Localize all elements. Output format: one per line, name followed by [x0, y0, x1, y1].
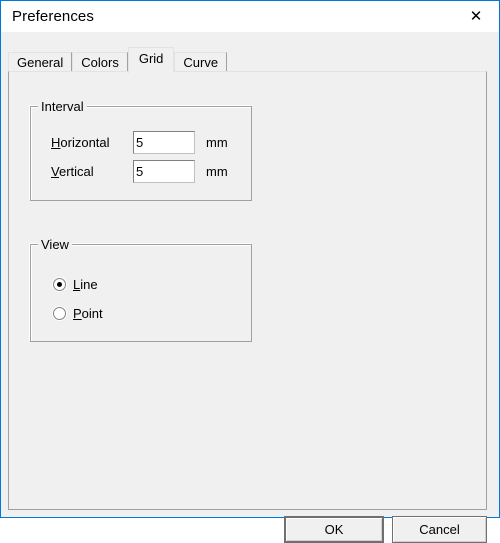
- group-interval: Interval Horizontal mm Vertical: [30, 100, 252, 201]
- tab-colors[interactable]: Colors: [72, 52, 128, 72]
- group-view: View Line Point: [30, 238, 252, 342]
- radio-point-label: Point: [73, 306, 103, 321]
- radio-line-label: Line: [73, 277, 98, 292]
- group-interval-label: Interval: [38, 100, 87, 113]
- field-row-horizontal: Horizontal mm: [51, 130, 228, 154]
- dialog-client-area: Interval Horizontal mm Vertical: [1, 32, 499, 543]
- cancel-button[interactable]: Cancel: [392, 516, 487, 543]
- horizontal-label-text: orizontal: [60, 134, 110, 150]
- field-row-vertical: Vertical mm: [51, 159, 228, 183]
- radio-line-indicator[interactable]: [53, 278, 66, 291]
- horizontal-label: Horizontal: [51, 135, 133, 150]
- radio-option-point[interactable]: Point: [53, 306, 103, 321]
- vertical-label: Vertical: [51, 164, 133, 179]
- preferences-dialog: Preferences ✕ Interval Horizontal mm: [0, 0, 500, 543]
- group-view-body: Line Point: [30, 244, 252, 342]
- tab-page-grid: Interval Horizontal mm Vertical: [8, 71, 487, 510]
- tab-list: General Colors Grid Curve: [8, 46, 228, 73]
- window-title: Preferences: [12, 8, 94, 25]
- group-view-label: View: [38, 238, 72, 251]
- tab-general[interactable]: General: [8, 52, 73, 72]
- vertical-input[interactable]: [133, 159, 195, 183]
- radio-point-indicator[interactable]: [53, 307, 66, 320]
- close-button[interactable]: ✕: [453, 2, 499, 32]
- vertical-accel: V: [51, 163, 59, 179]
- vertical-unit: mm: [206, 163, 228, 179]
- horizontal-input[interactable]: [133, 130, 195, 154]
- close-icon: ✕: [469, 7, 483, 25]
- horizontal-unit: mm: [206, 134, 228, 150]
- horizontal-accel: H: [51, 134, 61, 150]
- radio-option-line[interactable]: Line: [53, 277, 98, 292]
- point-label-text: oint: [81, 306, 103, 321]
- tab-grid[interactable]: Grid: [127, 47, 175, 73]
- line-label-text: ine: [80, 277, 98, 292]
- tab-curve[interactable]: Curve: [174, 52, 228, 72]
- ok-button[interactable]: OK: [284, 516, 384, 543]
- point-accel: P: [73, 306, 82, 321]
- tab-strip: General Colors Grid Curve: [8, 46, 492, 73]
- group-interval-body: Horizontal mm Vertical mm: [30, 106, 252, 201]
- title-bar: Preferences ✕: [1, 1, 499, 32]
- vertical-label-text: ertical: [58, 163, 94, 179]
